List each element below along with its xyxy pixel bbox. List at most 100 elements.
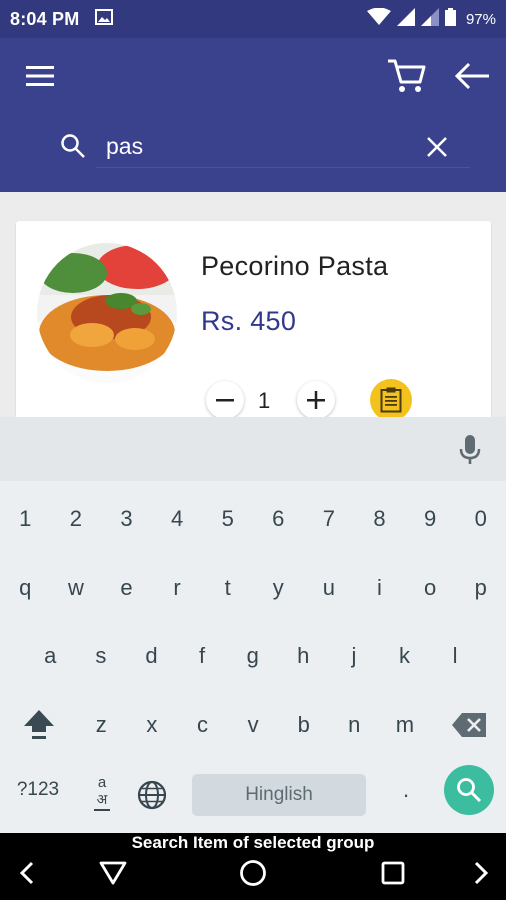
letter-key[interactable]: r xyxy=(152,558,203,618)
letter-key[interactable]: p xyxy=(455,558,506,618)
globe-icon xyxy=(137,780,167,810)
back-arrow-icon xyxy=(454,62,489,90)
letter-key[interactable]: m xyxy=(380,695,431,755)
number-key[interactable]: 9 xyxy=(405,489,456,549)
clipboard-icon xyxy=(380,387,402,413)
search-icon xyxy=(60,133,86,164)
cart-icon xyxy=(388,59,426,92)
number-key[interactable]: 1 xyxy=(0,489,51,549)
language-key[interactable]: a अ xyxy=(86,769,118,817)
keyboard-suggestion-bar xyxy=(0,417,506,481)
product-card[interactable]: Pecorino Pasta Rs. 450 1 xyxy=(16,221,491,431)
status-icons: 97% xyxy=(366,7,496,31)
letter-key[interactable]: n xyxy=(329,695,380,755)
square-icon xyxy=(381,861,405,885)
cart-button[interactable] xyxy=(382,52,430,98)
number-key[interactable]: 2 xyxy=(51,489,102,549)
signal-icon xyxy=(396,7,415,31)
number-key[interactable]: 7 xyxy=(304,489,355,549)
letter-key[interactable]: d xyxy=(126,626,177,686)
system-nav-bar: Search Item of selected group xyxy=(0,833,506,900)
battery-percent: 97% xyxy=(465,10,496,28)
search-input[interactable] xyxy=(106,130,406,162)
keyboard-number-row: 1234567890 xyxy=(0,489,506,549)
number-key[interactable]: 6 xyxy=(253,489,304,549)
language-key-underline xyxy=(94,809,110,811)
language-glyph-devanagari: अ xyxy=(96,791,108,807)
letter-key[interactable]: u xyxy=(304,558,355,618)
circle-icon xyxy=(240,860,266,886)
wifi-icon xyxy=(366,7,391,31)
globe-key[interactable] xyxy=(134,777,170,813)
language-glyph-latin: a xyxy=(97,774,107,791)
clear-icon[interactable] xyxy=(426,136,448,163)
hint-text: Search Item of selected group xyxy=(131,833,375,852)
search-bar xyxy=(50,124,470,168)
shift-icon xyxy=(24,710,54,739)
signal-icon xyxy=(420,7,439,31)
add-note-button[interactable] xyxy=(370,379,412,421)
letter-key[interactable]: v xyxy=(228,695,279,755)
letter-key[interactable]: l xyxy=(430,626,481,686)
product-price: Rs. 450 xyxy=(201,306,297,336)
app-screen: 8:04 PM 97% pas Pecorino Pasta Rs. 450 1… xyxy=(0,0,506,900)
nav-left-button[interactable] xyxy=(2,851,52,895)
status-time: 8:04 PM xyxy=(10,8,80,29)
letter-key[interactable]: a xyxy=(25,626,76,686)
keyboard-row-1: qwertyuiop xyxy=(0,558,506,618)
app-toolbar xyxy=(0,38,506,192)
backspace-key[interactable] xyxy=(444,695,494,755)
letter-key[interactable]: w xyxy=(51,558,102,618)
letter-key[interactable]: t xyxy=(202,558,253,618)
back-button[interactable] xyxy=(448,54,496,98)
keyboard-row-3: zxcvbnm xyxy=(0,695,506,755)
quantity-value: 1 xyxy=(258,388,271,413)
letter-key[interactable]: s xyxy=(76,626,127,686)
letter-key[interactable]: k xyxy=(379,626,430,686)
soft-keyboard: 1234567890 qwertyuiop asdfghjkl zxcvbnm … xyxy=(0,417,506,833)
letter-key[interactable]: h xyxy=(278,626,329,686)
letter-key[interactable]: f xyxy=(177,626,228,686)
increase-quantity-button[interactable] xyxy=(297,381,335,419)
menu-button[interactable] xyxy=(18,54,62,98)
chevron-left-icon xyxy=(19,861,34,885)
letter-key[interactable]: g xyxy=(227,626,278,686)
search-underline xyxy=(96,167,470,168)
letter-key[interactable]: y xyxy=(253,558,304,618)
symbols-key[interactable]: ?123 xyxy=(6,766,70,814)
letter-key[interactable]: z xyxy=(76,695,127,755)
search-action-key[interactable] xyxy=(444,765,494,815)
letter-key[interactable]: x xyxy=(127,695,178,755)
triangle-down-icon xyxy=(99,861,127,885)
pasta-image xyxy=(37,243,177,383)
keyboard-row-2: asdfghjkl xyxy=(0,626,506,686)
shift-key[interactable] xyxy=(14,695,64,755)
letter-key[interactable]: o xyxy=(405,558,456,618)
microphone-icon[interactable] xyxy=(458,435,482,470)
decrease-quantity-button[interactable] xyxy=(206,381,244,419)
search-icon xyxy=(457,778,482,803)
letter-key[interactable]: q xyxy=(0,558,51,618)
nav-recents-button[interactable] xyxy=(368,851,418,895)
letter-key[interactable]: b xyxy=(278,695,329,755)
nav-back-button[interactable] xyxy=(88,851,138,895)
number-key[interactable]: 3 xyxy=(101,489,152,549)
plus-icon xyxy=(307,391,325,409)
nav-right-button[interactable] xyxy=(456,851,506,895)
letter-key[interactable]: i xyxy=(354,558,405,618)
product-name: Pecorino Pasta xyxy=(201,251,389,281)
number-key[interactable]: 8 xyxy=(354,489,405,549)
number-key[interactable]: 0 xyxy=(455,489,506,549)
letter-key[interactable]: e xyxy=(101,558,152,618)
status-bar: 8:04 PM 97% xyxy=(0,0,506,38)
period-key[interactable]: . xyxy=(386,766,426,814)
letter-key[interactable]: c xyxy=(177,695,228,755)
space-key[interactable]: Hinglish xyxy=(192,774,366,816)
backspace-icon xyxy=(452,713,486,737)
letter-key[interactable]: j xyxy=(329,626,380,686)
minus-icon xyxy=(216,399,234,402)
nav-home-button[interactable] xyxy=(228,851,278,895)
number-key[interactable]: 4 xyxy=(152,489,203,549)
image-icon xyxy=(95,8,114,30)
number-key[interactable]: 5 xyxy=(202,489,253,549)
